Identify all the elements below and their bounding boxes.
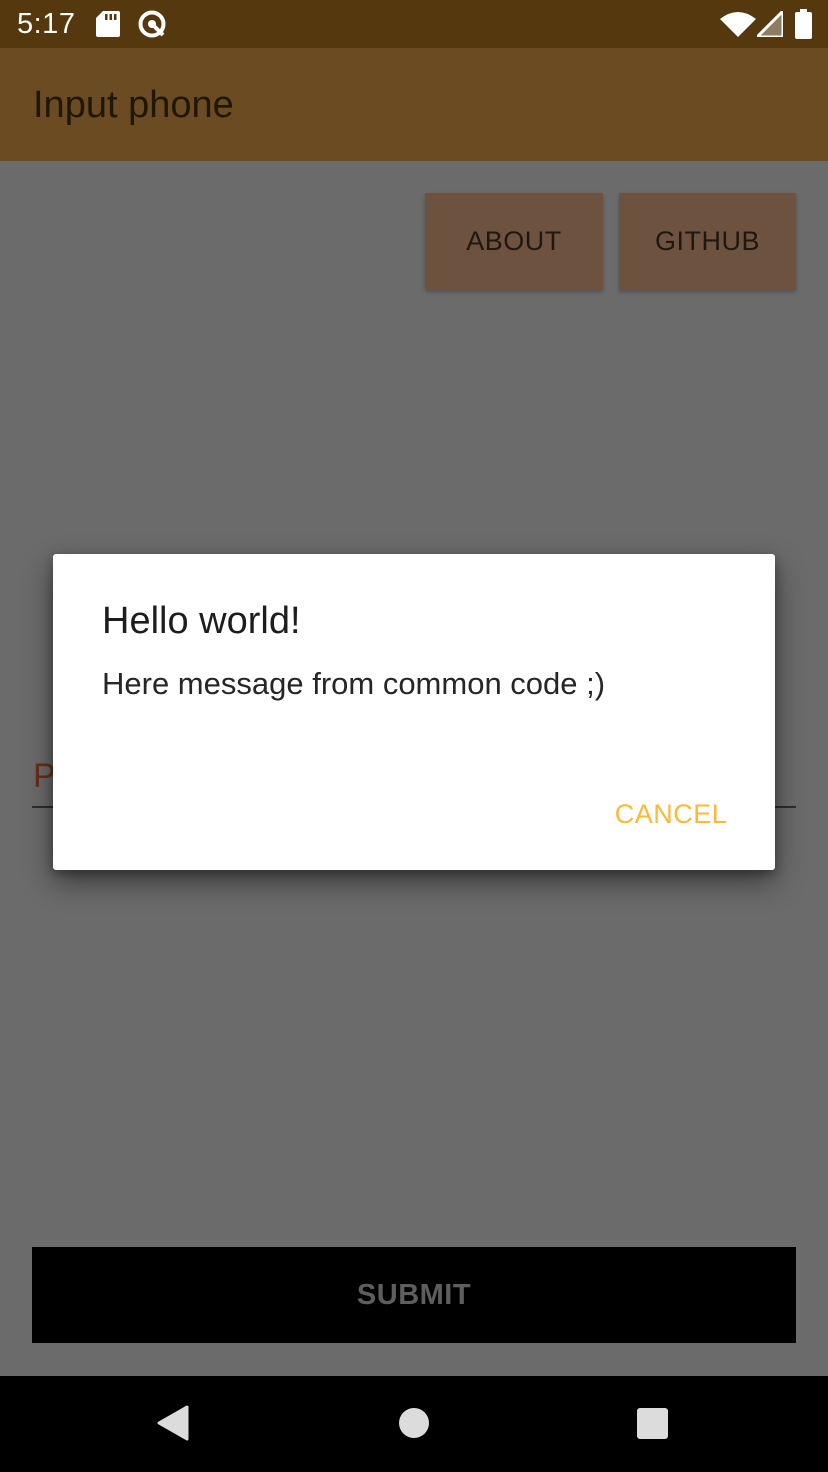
wifi-icon xyxy=(720,12,756,37)
dialog-title: Hello world! xyxy=(102,600,301,642)
github-button[interactable]: GITHUB xyxy=(619,193,796,290)
battery-icon xyxy=(795,9,812,39)
status-bar: 5:17 xyxy=(0,0,828,48)
recents-icon[interactable] xyxy=(637,1408,668,1439)
submit-button[interactable]: SUBMIT xyxy=(32,1247,796,1343)
alert-dialog: Hello world! Here message from common co… xyxy=(53,554,775,870)
back-icon[interactable] xyxy=(157,1405,189,1441)
home-icon[interactable] xyxy=(398,1407,430,1439)
about-button[interactable]: ABOUT xyxy=(425,193,603,290)
cell-signal-icon xyxy=(757,11,783,37)
app-bar: Input phone xyxy=(0,48,828,161)
cancel-button[interactable]: CANCEL xyxy=(601,782,741,846)
data-saver-icon xyxy=(138,10,166,38)
dialog-message: Here message from common code ;) xyxy=(102,666,606,701)
status-time: 5:17 xyxy=(17,8,76,40)
sd-card-icon xyxy=(96,11,120,37)
navigation-bar xyxy=(0,1376,828,1472)
page-title: Input phone xyxy=(33,84,234,126)
